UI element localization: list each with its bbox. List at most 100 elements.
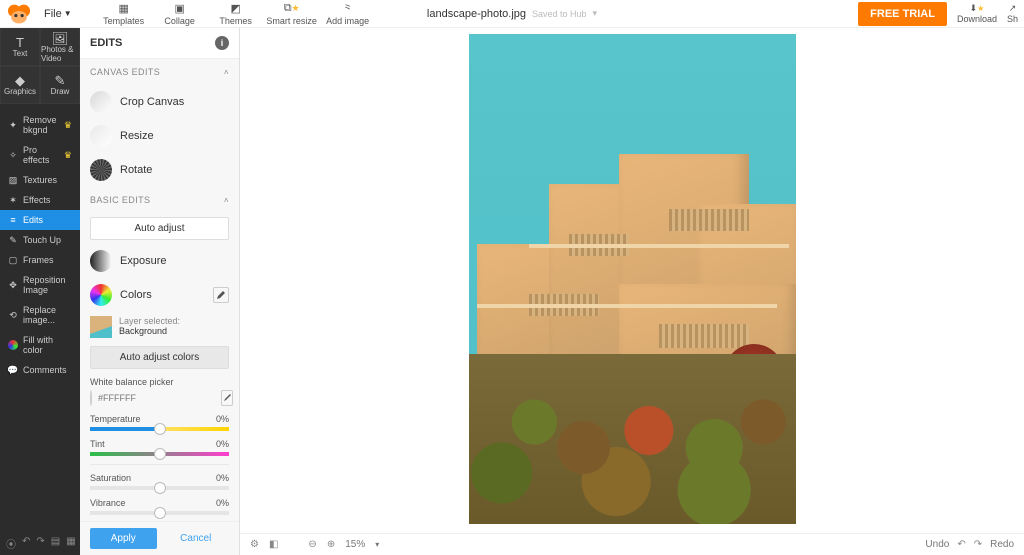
wb-label: White balance picker: [90, 377, 229, 387]
top-tools: ▦Templates ▣Collage ◩Themes ⧉★Smart resi…: [96, 0, 376, 28]
rotate-icon: [90, 159, 112, 181]
resize-icon: [90, 125, 112, 147]
photos-tool[interactable]: 🖼Photos & Video: [40, 28, 80, 66]
info-icon[interactable]: i: [215, 36, 229, 50]
wb-hex-input[interactable]: [98, 390, 215, 406]
canvas-image[interactable]: [469, 34, 796, 524]
undo-icon[interactable]: ↶: [957, 539, 965, 550]
basic-edits-header[interactable]: BASIC EDITS˄: [80, 187, 239, 213]
color-wheel-icon: [8, 340, 18, 350]
graphics-tool[interactable]: ◆Graphics: [0, 66, 40, 104]
crop-canvas-row[interactable]: Crop Canvas: [80, 85, 239, 119]
share-button[interactable]: ↗ Sh: [1007, 3, 1018, 24]
rotate-row[interactable]: Rotate: [80, 153, 239, 187]
smart-resize-tool[interactable]: ⧉★Smart resize: [264, 0, 320, 28]
settings-icon[interactable]: ⚙: [250, 539, 259, 550]
sidebar-reposition[interactable]: ✥Reposition Image: [0, 270, 80, 300]
zoom-level[interactable]: 15%: [345, 539, 365, 550]
comment-icon: 💬: [8, 365, 18, 375]
vibrance-slider: Vibrance0%: [80, 494, 239, 519]
white-balance-group: White balance picker: [80, 373, 239, 410]
pencil-icon[interactable]: [213, 287, 229, 303]
chevron-up-icon: ˄: [224, 196, 229, 205]
eyedropper-button[interactable]: [221, 390, 233, 406]
draw-tool[interactable]: ✎Draw: [40, 66, 80, 104]
redo-label[interactable]: Redo: [990, 539, 1014, 550]
panel-header: EDITS i: [80, 28, 239, 59]
effects-icon: ✶: [8, 195, 18, 205]
sidebar-comments[interactable]: 💬Comments: [0, 360, 80, 380]
sidebar-effects[interactable]: ✶Effects: [0, 190, 80, 210]
sidebar-replace-image[interactable]: ⟲Replace image...: [0, 300, 80, 330]
auto-adjust-button[interactable]: Auto adjust: [90, 217, 229, 240]
layers-icon[interactable]: ▤: [51, 536, 60, 551]
crown-icon: ♛: [64, 120, 72, 131]
filename[interactable]: landscape-photo.jpg: [427, 8, 526, 20]
download-button[interactable]: ⬇★ Download: [957, 3, 997, 24]
app-logo[interactable]: [6, 3, 32, 25]
move-icon: ✥: [8, 280, 18, 290]
share-icon: ↗: [1009, 3, 1017, 14]
temperature-slider: Temperature0%: [80, 410, 239, 435]
apply-button[interactable]: Apply: [90, 528, 157, 549]
resize-row[interactable]: Resize: [80, 119, 239, 153]
download-icon: ⬇★: [970, 3, 985, 14]
colors-icon: [90, 284, 112, 306]
grid-icon[interactable]: ▦: [66, 536, 75, 551]
undo-icon[interactable]: ↶: [22, 536, 30, 551]
replace-icon: ⟲: [8, 310, 18, 320]
slider-knob[interactable]: [154, 507, 166, 519]
crown-icon: ♛: [64, 150, 72, 161]
redo-icon[interactable]: ↷: [36, 536, 44, 551]
sliders-icon: ≡: [8, 215, 18, 225]
add-image-tool[interactable]: ⺀Add image: [320, 0, 376, 28]
cancel-button[interactable]: Cancel: [163, 528, 230, 549]
templates-tool[interactable]: ▦Templates: [96, 0, 152, 28]
sidebar-remove-bkgnd[interactable]: ✦Remove bkgnd♛: [0, 110, 80, 140]
saturation-slider: Saturation0%: [80, 469, 239, 494]
left-rail: TText 🖼Photos & Video ◆Graphics ✎Draw ✦R…: [0, 28, 80, 555]
free-trial-button[interactable]: FREE TRIAL: [858, 2, 947, 26]
sidebar-edits[interactable]: ≡Edits: [0, 210, 80, 230]
chevron-down-icon: ▼: [64, 9, 72, 18]
zoom-in-icon[interactable]: ⊕: [327, 539, 335, 550]
panel-footer: Apply Cancel: [80, 521, 239, 555]
exposure-row[interactable]: Exposure: [80, 244, 239, 278]
zoom-out-icon[interactable]: ⊖: [308, 539, 316, 550]
text-tool[interactable]: TText: [0, 28, 40, 66]
wb-color-swatch[interactable]: [90, 390, 92, 406]
redo-icon[interactable]: ↷: [974, 539, 982, 550]
sidebar-touch-up[interactable]: ✎Touch Up: [0, 230, 80, 250]
chevron-down-icon[interactable]: ▾: [375, 540, 379, 549]
slider-knob[interactable]: [154, 423, 166, 435]
file-label: File: [44, 8, 62, 20]
layer-selected: Layer selected:Background: [80, 312, 239, 342]
file-menu[interactable]: File ▼: [38, 4, 78, 24]
save-status: Saved to Hub: [532, 9, 587, 19]
crop-icon: [90, 91, 112, 113]
tint-slider: Tint0%: [80, 435, 239, 460]
slider-knob[interactable]: [154, 448, 166, 460]
sidebar-fill-color[interactable]: Fill with color: [0, 330, 80, 360]
sidebar-pro-effects[interactable]: ✧Pro effects♛: [0, 140, 80, 170]
layers-toggle-icon[interactable]: ◧: [269, 539, 278, 550]
back-icon[interactable]: ⦿: [6, 536, 16, 551]
collage-tool[interactable]: ▣Collage: [152, 0, 208, 28]
auto-adjust-colors-button[interactable]: Auto adjust colors: [90, 346, 229, 369]
layer-thumbnail[interactable]: [90, 316, 112, 338]
status-bar: ⚙ ◧ ⊖ ⊕ 15% ▾ Undo ↶ ↷ Redo: [240, 533, 1024, 555]
chevron-down-icon[interactable]: ▾: [593, 8, 598, 19]
sparkle-icon: ✦: [8, 120, 18, 130]
colors-row[interactable]: Colors: [80, 278, 239, 312]
themes-tool[interactable]: ◩Themes: [208, 0, 264, 28]
canvas-area[interactable]: [240, 28, 1024, 533]
canvas-edits-header[interactable]: CANVAS EDITS˄: [80, 59, 239, 85]
panel-title: EDITS: [90, 37, 122, 49]
sidebar-textures[interactable]: ▨Textures: [0, 170, 80, 190]
undo-label[interactable]: Undo: [925, 539, 949, 550]
exposure-icon: [90, 250, 112, 272]
sidebar-frames[interactable]: ▢Frames: [0, 250, 80, 270]
texture-icon: ▨: [8, 175, 18, 185]
document-title: landscape-photo.jpg Saved to Hub ▾: [427, 8, 597, 20]
slider-knob[interactable]: [154, 482, 166, 494]
